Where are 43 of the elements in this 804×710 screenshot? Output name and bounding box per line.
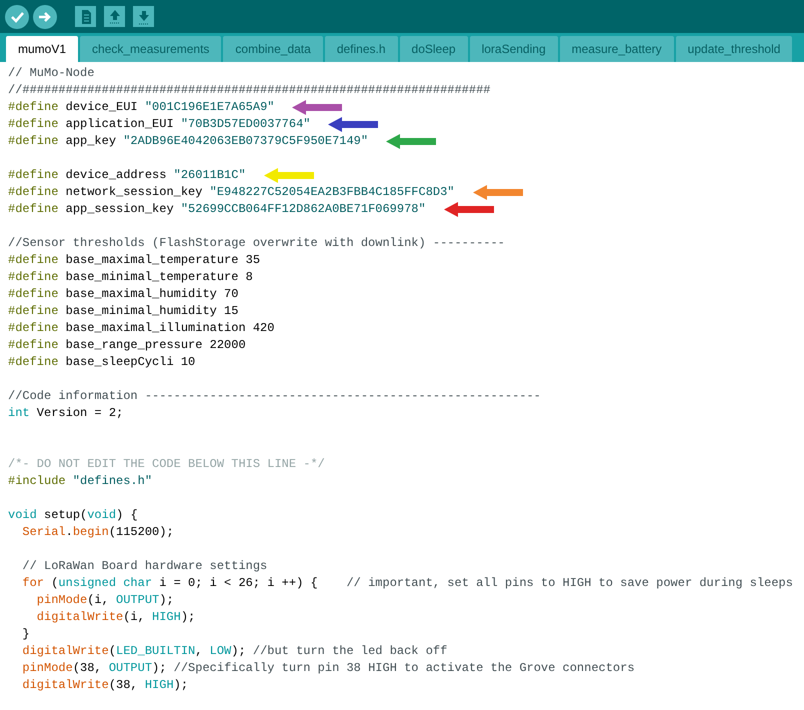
code-line: #define network_session_key "E948227C52054EA2B3FBB4C185FFC8D3"	[8, 184, 454, 201]
file-tab[interactable]: update_threshold	[676, 36, 792, 62]
code-line: for (unsigned char i = 0; i < 26; i ++) { // important, set all pins to HIGH to save power during sleeps	[21, 575, 793, 592]
code-line: void setup(void) {	[8, 507, 138, 524]
file-tab[interactable]: doSleep	[400, 36, 468, 62]
code-line: #define base_minimal_temperature 8	[8, 269, 253, 286]
code-line: digitalWrite(LED_BUILTIN, LOW); //but turn the led back off	[21, 643, 448, 660]
code-line: // MuMo-Node	[8, 65, 94, 82]
code-line: int Version = 2;	[8, 405, 124, 422]
code-line: #define app_session_key "52699CCB064FF12D862A0BE71F069978"	[8, 201, 426, 218]
code-line: #define base_maximal_illumination 420	[8, 320, 274, 337]
document-button[interactable]	[75, 6, 96, 27]
file-tab[interactable]: loraSending	[470, 36, 558, 62]
code-line: #define device_address "26011B1C"	[8, 167, 246, 184]
code-line: //Code information -------------------------------------------------------	[8, 388, 541, 405]
right-arrow-button[interactable]	[33, 4, 57, 28]
code-line: #define app_key "2ADB96E4042063EB07379C5F950E7149"	[8, 133, 368, 150]
code-line: pinMode(i, OUTPUT);	[36, 592, 174, 609]
code-line: #define base_maximal_temperature 35	[8, 252, 260, 269]
code-line: #define base_maximal_humidity 70	[8, 286, 238, 303]
code-line: //#################################################################	[8, 82, 490, 99]
up-arrow-button[interactable]	[104, 6, 125, 27]
code-line: #define base_sleepCycli 10	[8, 354, 196, 371]
check-button[interactable]	[5, 4, 29, 28]
file-tab[interactable]: defines.h	[324, 36, 398, 62]
file-tab[interactable]: mumoV1	[6, 36, 78, 62]
file-tab[interactable]: combine_data	[223, 36, 323, 62]
code-line: digitalWrite(38, HIGH);	[21, 677, 188, 694]
file-tab[interactable]: measure_battery	[560, 36, 674, 62]
file-tab[interactable]: check_measurements	[80, 36, 222, 62]
code-line: pinMode(38, OUTPUT); //Specifically turn pin 38 HIGH to activate the Grove connectors	[21, 660, 635, 677]
code-line: #define base_range_pressure 22000	[8, 337, 246, 354]
code-line: #define application_EUI "70B3D57ED0037764"	[8, 116, 310, 133]
code-line: #include "defines.h"	[8, 473, 152, 490]
code-line: Serial.begin(115200);	[21, 524, 174, 541]
code-line: #define device_EUI "001C196E1E7A65A9"	[8, 99, 274, 116]
code-line: digitalWrite(i, HIGH);	[36, 609, 196, 626]
code-line: #define base_minimal_humidity 15	[8, 303, 238, 320]
down-arrow-button[interactable]	[133, 6, 154, 27]
code-line: /*- DO NOT EDIT THE CODE BELOW THIS LINE -*/	[8, 456, 325, 473]
code-line: // LoRaWan Board hardware settings	[21, 558, 268, 575]
code-line: }	[21, 626, 30, 643]
code-line: //Sensor thresholds (FlashStorage overwrite with downlink) ----------	[8, 235, 505, 252]
